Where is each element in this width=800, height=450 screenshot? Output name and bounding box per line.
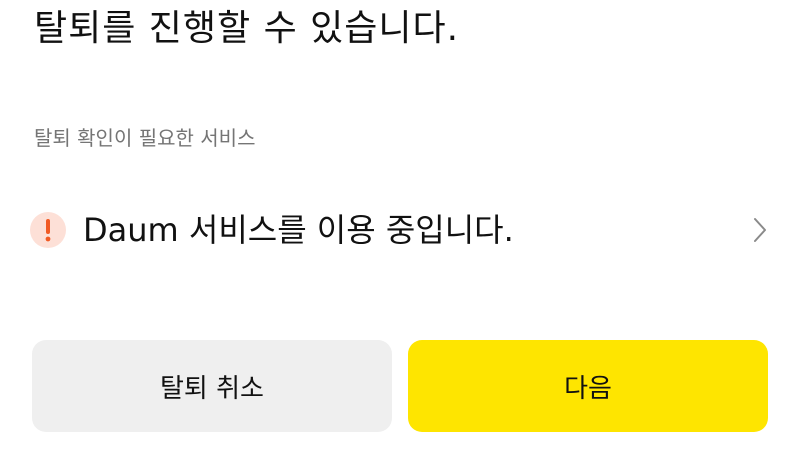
withdrawal-page: 탈퇴를 진행할 수 있습니다. 탈퇴 확인이 필요한 서비스 Daum 서비스를… <box>0 0 800 450</box>
next-button[interactable]: 다음 <box>408 340 768 432</box>
service-item-daum[interactable]: Daum 서비스를 이용 중입니다. <box>30 200 772 260</box>
exclamation-icon <box>30 212 66 248</box>
section-label: 탈퇴 확인이 필요한 서비스 <box>34 126 256 150</box>
page-title: 탈퇴를 진행할 수 있습니다. <box>34 8 460 49</box>
cancel-withdrawal-button[interactable]: 탈퇴 취소 <box>32 340 392 432</box>
service-item-text: Daum 서비스를 이용 중입니다. <box>83 211 514 249</box>
chevron-right-icon <box>748 214 772 246</box>
